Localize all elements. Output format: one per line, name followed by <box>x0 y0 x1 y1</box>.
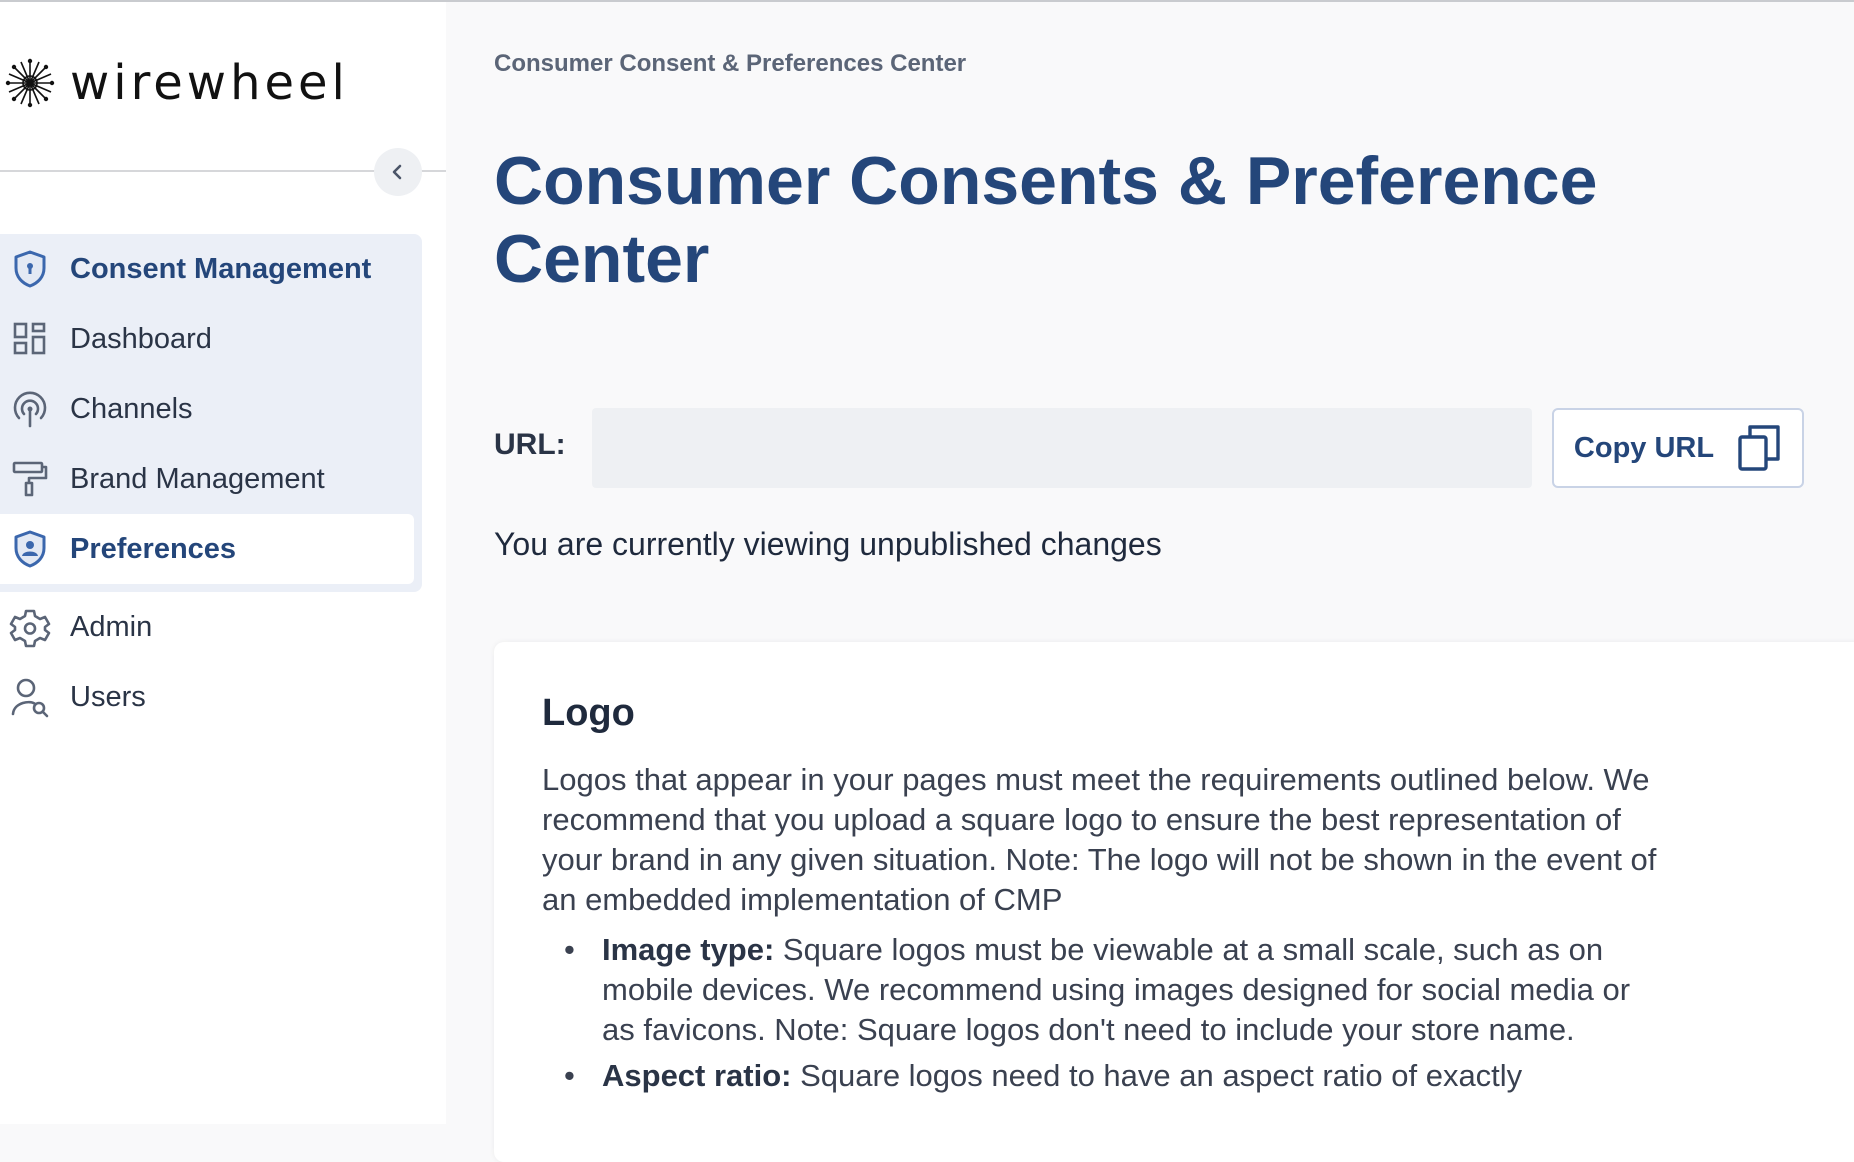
logo-card: Logo Logos that appear in your pages mus… <box>494 642 1854 1162</box>
sidebar-item-admin[interactable]: Admin <box>0 592 414 662</box>
sidebar-item-label: Preferences <box>70 532 237 565</box>
copy-url-button[interactable]: Copy URL <box>1552 408 1804 488</box>
sidebar-item-brand-management[interactable]: Brand Management <box>0 444 414 514</box>
sidebar-item-dashboard[interactable]: Dashboard <box>0 304 414 374</box>
user-search-icon <box>8 675 52 719</box>
sidebar: wirewheel Consent Management Dashboard C… <box>0 2 446 1124</box>
sidebar-item-label: Brand Management <box>70 462 325 495</box>
sidebar-item-label: Consent Management <box>70 252 372 285</box>
list-item: Image type: Square logos must be viewabl… <box>554 930 1644 1050</box>
sidebar-item-channels[interactable]: Channels <box>0 374 414 444</box>
paint-roller-icon <box>8 457 52 501</box>
sidebar-item-consent-management[interactable]: Consent Management <box>0 234 414 304</box>
page-title: Consumer Consents & Preference Center <box>494 143 1598 297</box>
sidebar-item-preferences[interactable]: Preferences <box>0 514 414 584</box>
collapse-sidebar-button[interactable] <box>374 148 422 196</box>
sidebar-item-users[interactable]: Users <box>0 662 414 732</box>
logo-requirements-list: Image type: Square logos must be viewabl… <box>554 930 1644 1102</box>
sidebar-item-label: Dashboard <box>70 322 212 355</box>
breadcrumb[interactable]: Consumer Consent & Preferences Center <box>494 50 966 78</box>
copy-url-label: Copy URL <box>1573 431 1715 464</box>
unpublished-notice: You are currently viewing unpublished ch… <box>494 526 1162 562</box>
sidebar-item-label: Channels <box>70 392 193 425</box>
dashboard-icon <box>8 317 52 361</box>
shield-lock-icon <box>8 247 52 291</box>
user-shield-icon <box>8 527 52 571</box>
requirement-term: Aspect ratio: <box>602 1058 792 1093</box>
consent-management-nav-group: Consent Management Dashboard Channels Br… <box>0 234 422 592</box>
requirement-term: Image type: <box>602 932 775 967</box>
logo-card-title: Logo <box>542 692 635 734</box>
chevron-left-icon <box>392 164 402 180</box>
copy-icon <box>1738 425 1780 471</box>
requirement-text: Square logos need to have an aspect rati… <box>791 1058 1523 1093</box>
logo-card-description: Logos that appear in your pages must mee… <box>542 762 1657 917</box>
sidebar-item-label: Users <box>70 680 146 713</box>
brand-name: wirewheel <box>70 55 349 111</box>
gear-icon <box>8 605 52 649</box>
wheel-logo-icon <box>5 58 55 108</box>
url-label: URL: <box>494 428 566 461</box>
brand-logo[interactable]: wirewheel <box>4 56 349 110</box>
sidebar-item-label: Admin <box>70 610 153 643</box>
url-field[interactable] <box>592 408 1532 488</box>
main-content: Consumer Consent & Preferences Center Co… <box>446 2 1854 1162</box>
broadcast-icon <box>8 387 52 431</box>
list-item: Aspect ratio: Square logos need to have … <box>554 1056 1644 1096</box>
